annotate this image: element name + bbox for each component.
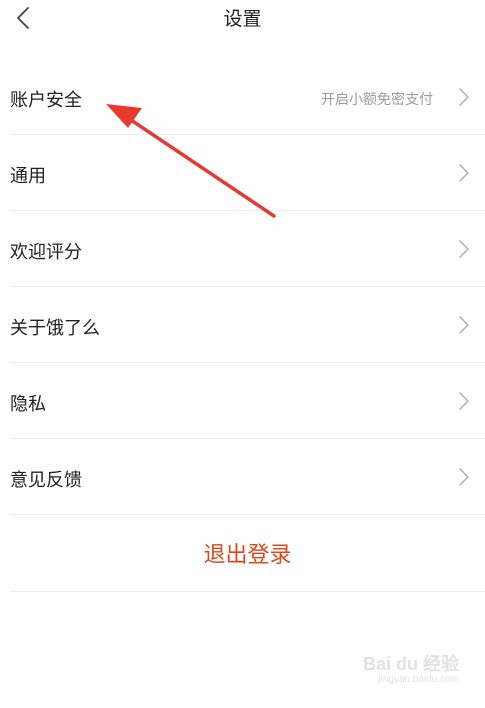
settings-item-account-security[interactable]: 账户安全 开启小额免密支付 <box>10 59 485 135</box>
chevron-left-icon <box>17 7 29 29</box>
settings-item-label: 账户安全 <box>10 90 82 111</box>
settings-item-general[interactable]: 通用 <box>10 135 485 211</box>
settings-item-privacy[interactable]: 隐私 <box>10 363 485 439</box>
watermark-url: jingyan.baidu.com <box>378 674 459 685</box>
settings-item-feedback[interactable]: 意见反馈 <box>10 439 485 515</box>
watermark-logo: Bai du 经验 jingyan.baidu.com <box>359 650 459 690</box>
logout-row: 退出登录 <box>10 515 485 592</box>
settings-list: 账户安全 开启小额免密支付 通用 欢迎评分 关于饿了么 隐私 意见反馈 退出登录 <box>10 59 485 592</box>
settings-item-label: 关于饿了么 <box>10 318 100 339</box>
settings-item-label: 意见反馈 <box>10 470 82 491</box>
watermark-brand: Bai du 经验 <box>362 654 459 674</box>
header-bar: 设置 <box>0 0 485 40</box>
chevron-right-icon <box>459 88 469 106</box>
chevron-right-icon <box>459 392 469 410</box>
chevron-right-icon <box>459 316 469 334</box>
settings-item-label: 通用 <box>10 166 46 187</box>
settings-item-label: 隐私 <box>10 394 46 415</box>
chevron-right-icon <box>459 240 469 258</box>
settings-item-hint: 开启小额免密支付 <box>321 92 433 108</box>
settings-item-about[interactable]: 关于饿了么 <box>10 287 485 363</box>
page-title: 设置 <box>223 8 262 30</box>
settings-item-label: 欢迎评分 <box>10 242 82 263</box>
back-button[interactable] <box>8 2 38 34</box>
settings-item-rate-us[interactable]: 欢迎评分 <box>10 211 485 287</box>
logout-button[interactable]: 退出登录 <box>10 537 485 569</box>
chevron-right-icon <box>459 468 469 486</box>
chevron-right-icon <box>459 164 469 182</box>
